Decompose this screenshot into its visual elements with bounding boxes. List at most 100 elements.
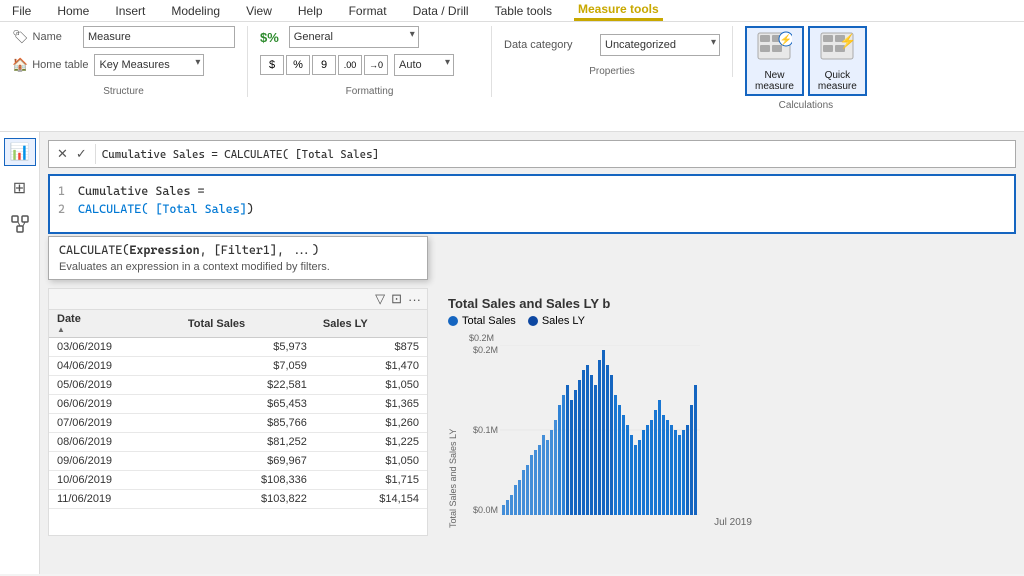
menu-format[interactable]: Format bbox=[345, 2, 391, 20]
table-cell: $103,822 bbox=[180, 490, 315, 509]
table-cell: 09/06/2019 bbox=[49, 452, 180, 471]
chart-main: $0.2M $0.2M $0.1M $0.0M bbox=[462, 333, 1004, 528]
table-row: 03/06/2019$5,973$875 bbox=[49, 338, 427, 357]
table-cell: 04/06/2019 bbox=[49, 357, 180, 376]
home-table-label: 🏠 Home table bbox=[12, 57, 88, 73]
table-cell: $5,973 bbox=[180, 338, 315, 357]
y-tick-top: $0.2M bbox=[462, 345, 498, 355]
table-cell: 08/06/2019 bbox=[49, 433, 180, 452]
col-total-sales[interactable]: Total Sales bbox=[180, 310, 315, 338]
structure-label: Structure bbox=[12, 86, 235, 97]
percent-button[interactable]: % bbox=[286, 55, 310, 75]
table-row: 08/06/2019$81,252$1,225 bbox=[49, 433, 427, 452]
menu-help[interactable]: Help bbox=[294, 2, 327, 20]
comma-button[interactable]: 9 bbox=[312, 55, 336, 75]
menu-view[interactable]: View bbox=[242, 2, 276, 20]
table-cell: 06/06/2019 bbox=[49, 395, 180, 414]
bar-chart-icon[interactable]: 📊 bbox=[4, 138, 36, 166]
table-cell: $22,581 bbox=[180, 376, 315, 395]
table-cell: 05/06/2019 bbox=[49, 376, 180, 395]
menu-table-tools[interactable]: Table tools bbox=[491, 2, 556, 20]
table-scroll[interactable]: Date ▲ Total Sales Sales LY 03/06/2019$5… bbox=[49, 310, 427, 509]
svg-text:⚡: ⚡ bbox=[840, 33, 856, 50]
menu-insert[interactable]: Insert bbox=[111, 2, 149, 20]
model-icon[interactable] bbox=[4, 210, 36, 238]
formula-input[interactable] bbox=[96, 141, 1015, 167]
quick-measure-label: Quickmeasure bbox=[818, 70, 857, 92]
bottom-content: ▽ ⊡ ··· Date ▲ Total Sales Sales LY bbox=[48, 288, 1016, 536]
menu-measure-tools[interactable]: Measure tools bbox=[574, 0, 663, 21]
chart-wrapper: Total Sales and Sales LY $0.2M $0.2M $0.… bbox=[448, 333, 1004, 528]
ribbon: 🏷 Name 🏠 Home table Key Measures Structu… bbox=[0, 22, 1024, 132]
auto-select[interactable]: Auto bbox=[394, 54, 454, 76]
table-cell: 11/06/2019 bbox=[49, 490, 180, 509]
filter-icon[interactable]: ▽ bbox=[375, 291, 385, 307]
table-cell: $1,260 bbox=[315, 414, 427, 433]
decimal-inc-button[interactable]: .00 bbox=[338, 55, 362, 75]
table-cell: $1,365 bbox=[315, 395, 427, 414]
table-row: 07/06/2019$85,766$1,260 bbox=[49, 414, 427, 433]
table-cell: $1,050 bbox=[315, 452, 427, 471]
table-cell: $7,059 bbox=[180, 357, 315, 376]
data-category-label: Data category bbox=[504, 39, 594, 51]
name-label: 🏷 Name bbox=[12, 29, 77, 45]
autocomplete-description: Evaluates an expression in a context mod… bbox=[59, 261, 417, 273]
chart-svg bbox=[500, 345, 700, 515]
table-cell: $108,336 bbox=[180, 471, 315, 490]
autocomplete-signature: CALCULATE(Expression, [Filter1], ...) bbox=[59, 243, 417, 257]
y-tick-mid: $0.1M bbox=[462, 425, 498, 435]
main-area: 📊 ⊞ ✕ ✓ 1 Cumula bbox=[0, 132, 1024, 574]
table-cell: $875 bbox=[315, 338, 427, 357]
menu-data-drill[interactable]: Data / Drill bbox=[409, 2, 473, 20]
home-table-select[interactable]: Key Measures bbox=[94, 54, 204, 76]
quick-measure-icon: ⚡ bbox=[819, 31, 855, 68]
new-measure-icon: ⚡ bbox=[756, 31, 792, 68]
menu-home[interactable]: Home bbox=[53, 2, 93, 20]
new-measure-label: Newmeasure bbox=[755, 70, 794, 92]
code-line-1: 1 Cumulative Sales = bbox=[58, 182, 1006, 200]
table-cell: $14,154 bbox=[315, 490, 427, 509]
legend-total-sales-label: Total Sales bbox=[462, 315, 516, 327]
quick-measure-button[interactable]: ⚡ Quickmeasure bbox=[808, 26, 867, 96]
table-cell: $81,252 bbox=[180, 433, 315, 452]
table-toolbar: ▽ ⊡ ··· bbox=[49, 289, 427, 310]
table-cell: 10/06/2019 bbox=[49, 471, 180, 490]
data-table-container: ▽ ⊡ ··· Date ▲ Total Sales Sales LY bbox=[48, 288, 428, 536]
view-icon[interactable]: ⊡ bbox=[391, 291, 402, 307]
table-cell: $65,453 bbox=[180, 395, 315, 414]
table-row: 09/06/2019$69,967$1,050 bbox=[49, 452, 427, 471]
y-tick-02: $0.2M bbox=[462, 333, 494, 343]
name-input[interactable] bbox=[83, 26, 235, 48]
formatting-label: Formatting bbox=[260, 86, 479, 97]
decimal-dec-button[interactable]: →0 bbox=[364, 55, 388, 75]
menu-modeling[interactable]: Modeling bbox=[167, 2, 224, 20]
legend-total-sales: Total Sales bbox=[448, 315, 516, 327]
table-row: 06/06/2019$65,453$1,365 bbox=[49, 395, 427, 414]
table-cell: $1,225 bbox=[315, 433, 427, 452]
formula-cancel-button[interactable]: ✕ bbox=[55, 144, 70, 164]
code-editor[interactable]: 1 Cumulative Sales = 2 CALCULATE( [Total… bbox=[48, 174, 1016, 234]
svg-text:⚡: ⚡ bbox=[780, 33, 792, 46]
table-cell: 03/06/2019 bbox=[49, 338, 180, 357]
table-cell: $85,766 bbox=[180, 414, 315, 433]
formula-confirm-button[interactable]: ✓ bbox=[74, 144, 89, 164]
menu-file[interactable]: File bbox=[8, 2, 35, 20]
formula-bar: ✕ ✓ bbox=[48, 140, 1016, 168]
format-select[interactable]: General bbox=[289, 26, 419, 48]
table-row: 05/06/2019$22,581$1,050 bbox=[49, 376, 427, 395]
format-currency-icon: $% bbox=[260, 30, 279, 45]
data-table: Date ▲ Total Sales Sales LY 03/06/2019$5… bbox=[49, 310, 427, 509]
table-row: 04/06/2019$7,059$1,470 bbox=[49, 357, 427, 376]
left-toolbar: 📊 ⊞ bbox=[0, 132, 40, 574]
new-measure-button[interactable]: ⚡ Newmeasure bbox=[745, 26, 804, 96]
grid-icon[interactable]: ⊞ bbox=[4, 174, 36, 202]
data-category-select[interactable]: Uncategorized bbox=[600, 34, 720, 56]
table-row: 10/06/2019$108,336$1,715 bbox=[49, 471, 427, 490]
chart-area: Total Sales and Sales LY b Total Sales S… bbox=[436, 288, 1016, 536]
currency-button[interactable]: $ bbox=[260, 55, 284, 75]
table-cell: $1,050 bbox=[315, 376, 427, 395]
col-sales-ly[interactable]: Sales LY bbox=[315, 310, 427, 338]
legend-total-sales-dot bbox=[448, 316, 458, 326]
col-date[interactable]: Date ▲ bbox=[49, 310, 180, 338]
more-icon[interactable]: ··· bbox=[408, 292, 421, 307]
